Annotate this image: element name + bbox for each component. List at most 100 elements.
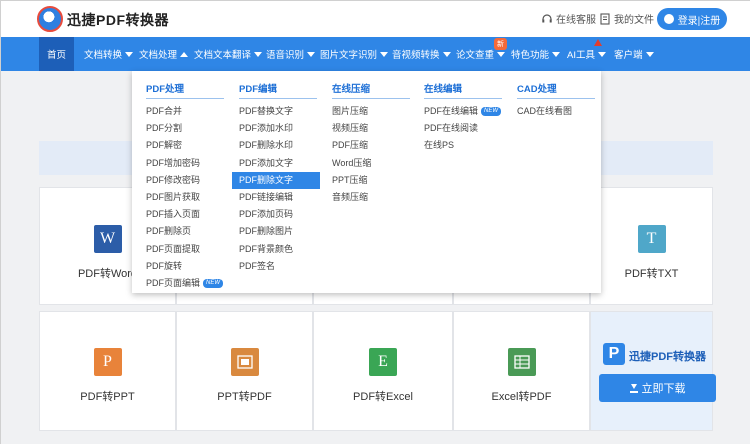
file-icon <box>600 12 610 25</box>
nav-document-convert[interactable]: 文档转换 <box>84 37 134 71</box>
document-process-dropdown: PDF处理 PDF合并 PDF分割 PDF解密 PDF增加密码 PDF修改密码 … <box>132 71 601 293</box>
nav-speech-recognition[interactable]: 语音识别 <box>266 37 316 71</box>
menu-item[interactable]: PDF解密 <box>146 137 224 154</box>
new-badge: 新 <box>494 38 507 50</box>
menu-item-label: PDF在线编辑 <box>424 106 479 116</box>
tool-label: PPT转PDF <box>217 391 272 403</box>
menu-item[interactable]: 音频压缩 <box>332 189 410 206</box>
menu-item-pdf-page-edit[interactable]: PDF页面编辑 NEW <box>146 275 224 292</box>
menu-item[interactable]: PDF替换文字 <box>239 103 320 120</box>
menu-item[interactable]: PDF删除水印 <box>239 137 320 154</box>
chevron-down-icon <box>125 51 134 57</box>
headset-icon <box>542 13 552 22</box>
nav-features[interactable]: 特色功能 <box>511 37 561 71</box>
brand-logo-icon[interactable] <box>37 6 63 32</box>
download-icon <box>629 383 638 393</box>
menu-column-online-compress: 在线压缩 图片压缩 视频压缩 PDF压缩 Word压缩 PPT压缩 音频压缩 <box>332 81 410 206</box>
nav-translate[interactable]: 文档文本翻译 <box>194 37 263 71</box>
tool-label: Excel转PDF <box>491 391 552 403</box>
download-button[interactable]: 立即下载 <box>599 374 716 402</box>
menu-item[interactable]: PDF添加水印 <box>239 120 320 137</box>
menu-item[interactable]: PDF图片获取 <box>146 189 224 206</box>
chevron-down-icon <box>442 51 451 57</box>
menu-item[interactable]: PDF签名 <box>239 258 320 275</box>
new-tag: NEW <box>481 107 502 117</box>
login-register-label: 登录|注册 <box>677 15 721 27</box>
nav-label: 图片文字识别 <box>320 50 378 61</box>
my-files-link[interactable]: 我的文件 <box>599 11 654 26</box>
menu-item[interactable]: PDF旋转 <box>146 258 224 275</box>
menu-item-highlighted[interactable]: PDF删除文字 <box>232 171 320 189</box>
nav-label: 音视频转换 <box>392 50 440 61</box>
menu-item[interactable]: PDF插入页面 <box>146 206 224 223</box>
menu-item[interactable]: PDF分割 <box>146 120 224 137</box>
chevron-down-icon <box>254 51 263 57</box>
menu-item[interactable]: PDF合并 <box>146 103 224 120</box>
download-button-label: 立即下载 <box>641 383 686 395</box>
tool-pdf-to-txt[interactable]: T PDF转TXT <box>590 187 713 305</box>
nav-document-process[interactable]: 文档处理 <box>139 37 189 71</box>
nav-label: 特色功能 <box>511 50 550 61</box>
menu-item[interactable]: PDF链接编辑 <box>239 189 320 206</box>
menu-item[interactable]: PDF背景颜色 <box>239 241 320 258</box>
menu-item[interactable]: PDF页面提取 <box>146 241 224 258</box>
brand-name[interactable]: 迅捷PDF转换器 <box>67 10 169 30</box>
menu-column-title: PDF处理 <box>146 81 224 99</box>
menu-item[interactable]: PDF删除图片 <box>239 223 320 240</box>
menu-item[interactable]: PDF在线阅读 <box>424 120 502 137</box>
nav-label: AI工具 <box>567 50 595 61</box>
menu-item[interactable]: Word压缩 <box>332 155 410 172</box>
menu-item-pdf-online-edit[interactable]: PDF在线编辑 NEW <box>424 103 502 120</box>
menu-column-online-edit: 在线编辑 PDF在线编辑 NEW PDF在线阅读 在线PS <box>424 81 502 155</box>
login-register-button[interactable]: 登录|注册 <box>657 8 727 30</box>
chevron-down-icon <box>307 51 316 57</box>
menu-item[interactable]: PDF修改密码 <box>146 172 224 189</box>
customer-service-link[interactable]: 在线客服 <box>541 11 596 26</box>
tool-label: PDF转Excel <box>353 391 413 403</box>
tool-pdf-to-ppt[interactable]: P PDF转PPT <box>39 311 176 431</box>
tool-label: PDF转TXT <box>624 268 679 280</box>
spreadsheet-icon <box>513 355 530 369</box>
new-tag: NEW <box>203 279 224 288</box>
menu-column-pdf-edit: PDF编辑 PDF替换文字 PDF添加水印 PDF删除水印 PDF添加文字 PD… <box>232 81 320 275</box>
nav-label: 文档转换 <box>84 50 123 61</box>
menu-column-cad: CAD处理 CAD在线看图 <box>517 81 595 120</box>
tool-pdf-to-excel[interactable]: E PDF转Excel <box>313 311 453 431</box>
app-logo-icon: P <box>603 343 625 365</box>
menu-column-pdf-process: PDF处理 PDF合并 PDF分割 PDF解密 PDF增加密码 PDF修改密码 … <box>146 81 224 292</box>
nav-av-convert[interactable]: 音视频转换 <box>392 37 451 71</box>
menu-item[interactable]: PDF压缩 <box>332 137 410 154</box>
download-promo: P 迅捷PDF转换器 立即下载 <box>590 311 716 431</box>
main-nav: 首页 文档转换 文档处理 文档文本翻译 语音识别 图片文字识别 音视频转换 论文… <box>1 37 750 71</box>
nav-label: 文档处理 <box>139 50 178 61</box>
nav-home[interactable]: 首页 <box>39 37 75 71</box>
nav-client[interactable]: 客户端 <box>614 37 654 71</box>
menu-item[interactable]: PDF增加密码 <box>146 155 224 172</box>
word-file-icon: W <box>93 225 122 253</box>
excel-file-icon: E <box>369 348 397 376</box>
menu-item[interactable]: PDF添加文字 <box>239 155 320 172</box>
menu-column-title: 在线编辑 <box>424 81 502 99</box>
promo-title: 迅捷PDF转换器 <box>629 351 706 363</box>
menu-item[interactable]: 图片压缩 <box>332 103 410 120</box>
top-header: 迅捷PDF转换器 在线客服 我的文件 登录|注册 <box>1 1 750 37</box>
ppt-file-icon: P <box>93 348 122 376</box>
menu-item[interactable]: PPT压缩 <box>332 172 410 189</box>
hot-indicator-icon <box>594 39 602 46</box>
excel-pdf-file-icon <box>507 348 536 376</box>
customer-service-label: 在线客服 <box>556 15 596 26</box>
menu-item[interactable]: CAD在线看图 <box>517 103 595 120</box>
menu-item[interactable]: PDF删除页 <box>146 223 224 240</box>
nav-label: 客户端 <box>614 50 643 61</box>
menu-item[interactable]: 视频压缩 <box>332 120 410 137</box>
nav-ocr[interactable]: 图片文字识别 <box>320 37 389 71</box>
chevron-down-icon <box>552 51 561 57</box>
menu-item[interactable]: PDF添加页码 <box>239 206 320 223</box>
tool-excel-to-pdf[interactable]: Excel转PDF <box>453 311 590 431</box>
tool-ppt-to-pdf[interactable]: PPT转PDF <box>176 311 313 431</box>
image-icon <box>236 355 253 369</box>
user-icon <box>663 14 674 24</box>
menu-item[interactable]: 在线PS <box>424 137 502 154</box>
txt-file-icon: T <box>637 225 666 253</box>
ppt-pdf-file-icon <box>230 348 259 376</box>
